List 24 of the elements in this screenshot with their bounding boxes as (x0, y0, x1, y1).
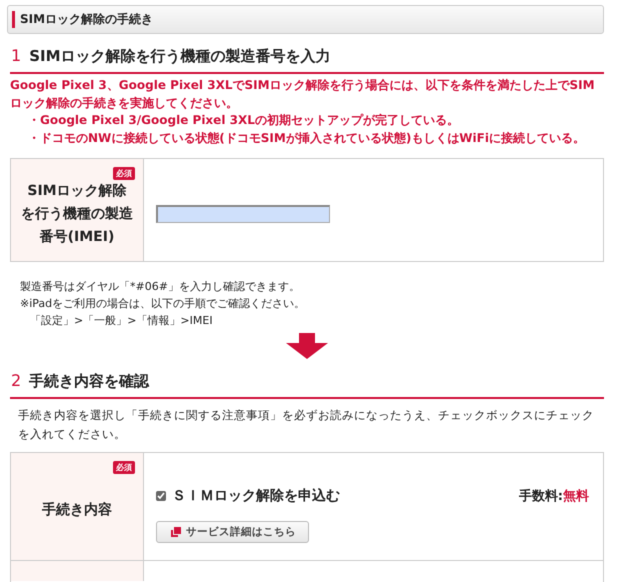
notice-bullet: ・ドコモのNWに接続している状態(ドコモSIMが挿入されている状態)もしくはWiFiに接続している。 (27, 130, 586, 146)
step-title: 手続き内容を確認 (29, 372, 150, 391)
step-title: SIMロック解除を行う機種の製造番号を入力 (29, 47, 330, 66)
note-text: 「設定」>「一般」>「情報」>IMEI (29, 313, 214, 329)
new-window-icon (171, 527, 181, 537)
note-text: ※iPadをご利用の場合は、以下の手順でご確認ください。 (20, 296, 306, 312)
note-text: 製造番号はダイヤル「*#06#」を入力し確認できます。 (20, 279, 301, 295)
notice-bullet: ・Google Pixel 3/Google Pixel 3XLの初期セットアップが完了している。 (27, 112, 460, 129)
fee-label: 手数料: (518, 489, 563, 504)
down-arrow-icon (286, 333, 328, 359)
notice-text: Google Pixel 3、Google Pixel 3XLでSIMロック解除を行う場合には、以下を条件を満たした上でSIMロック解除の手続きを実施してください。 (10, 77, 596, 112)
required-badge: 必須 (113, 167, 135, 180)
step-number: 1 (11, 46, 22, 65)
required-badge: 必須 (113, 461, 135, 474)
field-label: 手続き内容 (41, 500, 113, 520)
input-field[interactable] (156, 205, 330, 223)
checkbox[interactable] (156, 491, 166, 501)
instruction-text: 手続き内容を選択し「手続きに関する注意事項」を必ずお読みになったうえ、チェックボックスにチェックを入れてください。 (17, 407, 595, 443)
option-label: ＳＩＭロック解除を申込む (172, 487, 340, 505)
page-title: SIMロック解除の手続き (20, 11, 154, 28)
fee-value: 無料 (563, 489, 589, 504)
field-label: SIMロック解除を行う機種の製造番号(IMEI) (21, 182, 133, 246)
service-details-button[interactable]: サービス詳細はこちら (156, 521, 309, 543)
step-number: 2 (11, 371, 22, 390)
